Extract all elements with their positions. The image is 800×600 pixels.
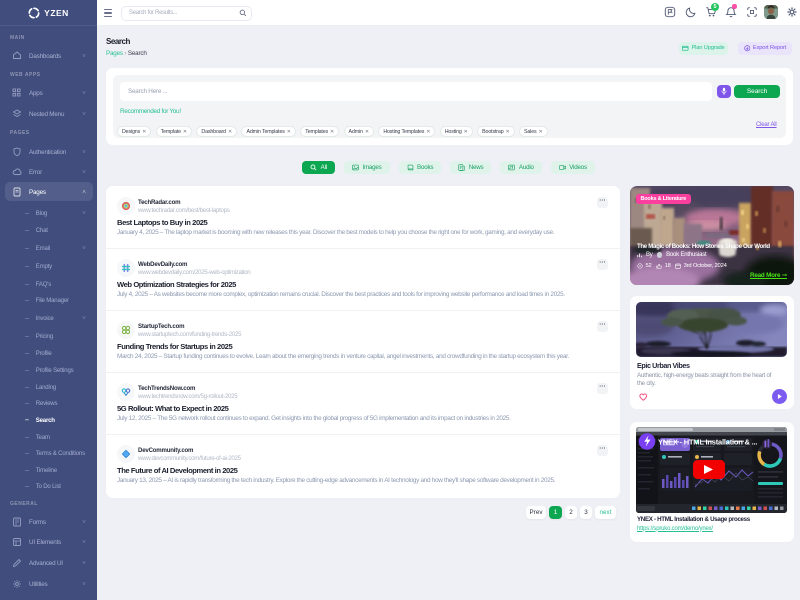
svg-text:YNEX - HTML Installation & ...: YNEX - HTML Installation & ...: [658, 438, 757, 447]
